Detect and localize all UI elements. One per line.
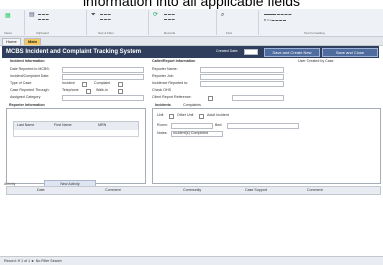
ribbon-group-label: Sort & Filter: [98, 31, 114, 35]
ribbon: ▦ Views ▤ ▬ ▬ ▬ ▬ ▬ ▬ Clipboard ⏷ ▬ ▬ ▬ …: [0, 9, 383, 37]
option-unit: Unit: [157, 113, 164, 117]
label-date-reported: Date Reported to MCBS:: [10, 67, 50, 71]
tab-main[interactable]: Main: [24, 38, 42, 45]
date-reported-field[interactable]: [62, 67, 144, 73]
label-check-ohs: Check OHS: [152, 88, 171, 92]
tab-reporter-info[interactable]: Reporter Information: [9, 103, 45, 108]
column-header: Last Name: [17, 123, 35, 127]
client-report-checkbox[interactable]: [208, 96, 213, 101]
column-header: First Name: [54, 123, 72, 127]
ribbon-group-sort[interactable]: ⏷ ▬ ▬ ▬ ▬ ▬ ▬ Sort & Filter: [88, 10, 149, 35]
bed-field[interactable]: [227, 123, 299, 129]
incident-date-field[interactable]: [62, 74, 144, 80]
complaint-checkbox[interactable]: [118, 82, 123, 87]
incidents-panel: Incidents Complaints Unit Other Unit Adu…: [152, 103, 381, 184]
ribbon-group-label: Clipboard: [36, 31, 49, 35]
top-caption: information into all applicable fields: [82, 0, 301, 9]
incident-info-section: Incident Information Caller/Report Infor…: [2, 59, 379, 103]
reporter-name-field[interactable]: [200, 67, 284, 73]
notes-value: Incident(s) Completed: [173, 131, 209, 135]
label-client-report: Client Report Reference:: [152, 95, 192, 99]
document-tab-bar: Home Main: [0, 37, 383, 46]
find-icon[interactable]: ⌕: [221, 12, 224, 18]
section-title-reporter: Caller/Report Information: [152, 59, 196, 63]
ribbon-group-clipboard[interactable]: ▤ ▬ ▬ ▬ ▬ ▬ ▬ Clipboard: [26, 10, 87, 35]
other-unit-checkbox[interactable]: [199, 114, 204, 119]
reporter-grid-row[interactable]: [13, 130, 139, 137]
activity-grid-header: Date Comment Community Case Support Comm…: [6, 186, 381, 195]
label-room: Room:: [157, 123, 168, 127]
tab-complaints[interactable]: Complaints: [183, 103, 201, 108]
label-notes: Notes:: [157, 131, 168, 135]
label-reported-to: Incidence Reported to:: [152, 81, 189, 85]
filter-icon[interactable]: ⏷: [91, 12, 96, 18]
room-field[interactable]: [171, 123, 213, 129]
ribbon-group-records[interactable]: ⟳ ▬ ▬ ▬ ▬ ▬ ▬ Records: [150, 10, 217, 35]
form-header: MCBS Incident and Complaint Tracking Sys…: [2, 46, 379, 58]
option-adult-incident: Adult Incident: [207, 113, 229, 117]
label-reporter-job: Reporter Job:: [152, 74, 174, 78]
reporter-panel: Reporter Information Last Name First Nam…: [6, 103, 146, 184]
option-complaint: Complaint: [94, 81, 111, 85]
user-created-label: User Created by Case: [298, 59, 334, 63]
column-header: Community: [183, 188, 202, 192]
ribbon-group-text[interactable]: ▬▬▬▬ ▬ ▬ ▬ ▬ B I U ▬ ▬ ▬ ▬ Text Formatti…: [260, 10, 380, 35]
walkin-checkbox[interactable]: [118, 89, 123, 94]
column-header: MRN: [98, 123, 107, 127]
created-date-label: Created Date:: [216, 49, 239, 53]
telephone-checkbox[interactable]: [86, 89, 91, 94]
label-incident-date: Incident/Complaint Date:: [10, 74, 50, 78]
option-walkin: Walk-in: [96, 88, 108, 92]
option-other-unit: Other Unit: [177, 113, 194, 117]
save-and-new-button[interactable]: Save and Create New: [264, 48, 320, 57]
notes-field[interactable]: Incident(s) Completed: [171, 131, 223, 137]
ribbon-group-label: Views: [4, 31, 12, 35]
label-assigned-category: Assigned Category: [10, 95, 41, 99]
created-date-field[interactable]: [244, 49, 258, 55]
form-title: MCBS Incident and Complaint Tracking Sys…: [6, 49, 142, 55]
label-reported-through: Case Reported Through:: [10, 88, 50, 92]
assigned-category-dropdown[interactable]: [62, 95, 144, 101]
ribbon-group-find[interactable]: ⌕ Find: [218, 10, 259, 35]
column-header: Comment: [105, 188, 121, 192]
section-title-incident: Incident Information: [10, 59, 45, 63]
view-icon[interactable]: ▦: [5, 13, 11, 19]
column-header: Comment: [307, 188, 323, 192]
save-and-close-button[interactable]: Save and Close: [322, 48, 378, 57]
option-incident: Incident: [62, 81, 75, 85]
record-navigator[interactable]: Record: H 1 of 1 ► No Filter Search: [4, 258, 62, 264]
tab-home[interactable]: Home: [2, 38, 21, 45]
ribbon-group-views[interactable]: ▦ Views: [2, 10, 25, 35]
incident-checkbox[interactable]: [82, 82, 87, 87]
label-bed: Bed:: [215, 123, 223, 127]
unit-checkbox[interactable]: [169, 114, 174, 119]
column-header: Date: [37, 188, 45, 192]
option-telephone: Telephone: [62, 88, 79, 92]
reported-to-field[interactable]: [200, 81, 284, 87]
ribbon-group-label: Text Formatting: [304, 31, 325, 35]
client-report-field[interactable]: [232, 95, 284, 101]
ribbon-group-label: Records: [164, 31, 176, 35]
tab-incidents[interactable]: Incidents: [155, 103, 171, 108]
paste-icon[interactable]: ▤: [29, 12, 35, 18]
reporter-job-field[interactable]: [200, 74, 284, 80]
ribbon-group-label: Find: [226, 31, 232, 35]
label-case-type: Type of Case:: [10, 81, 33, 85]
column-header: Case Support: [245, 188, 267, 192]
label-reporter-name: Reporter Name:: [152, 67, 178, 71]
refresh-icon[interactable]: ⟳: [153, 12, 158, 18]
